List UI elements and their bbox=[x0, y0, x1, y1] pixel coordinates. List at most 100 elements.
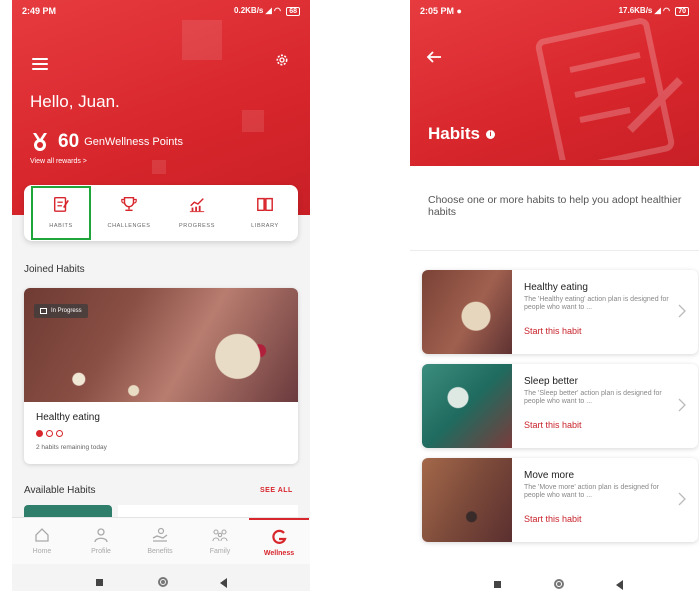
medal-icon bbox=[33, 133, 47, 151]
battery-icon: 70 bbox=[675, 7, 689, 16]
available-habits-list bbox=[24, 505, 298, 517]
habit-card-healthy-eating[interactable]: Healthy eating The 'Healthy eating' acti… bbox=[422, 270, 698, 354]
home-button-icon[interactable] bbox=[158, 577, 168, 587]
system-nav-bar bbox=[12, 572, 310, 591]
network-speed: 17.6KB/s bbox=[618, 6, 653, 15]
start-habit-link[interactable]: Start this habit bbox=[524, 514, 582, 524]
nav-challenges-label: CHALLENGES bbox=[107, 223, 151, 229]
status-bar: 2:49 PM 0.2KB/s ◢ ◠ 68 bbox=[12, 0, 310, 22]
wellness-logo-icon bbox=[272, 529, 287, 544]
home-icon bbox=[35, 528, 49, 542]
bottom-nav-benefits-label: Benefits bbox=[147, 548, 173, 555]
points-value: 60 bbox=[58, 131, 80, 152]
person-icon bbox=[94, 528, 108, 543]
network-speed: 0.2KB/s bbox=[234, 6, 264, 15]
family-icon bbox=[212, 529, 228, 542]
status-badge: In Progress bbox=[34, 304, 88, 318]
status-time: 2:05 PM ● bbox=[420, 6, 462, 16]
status-indicators: 0.2KB/s ◢ ◠ 68 bbox=[234, 6, 300, 16]
joined-habit-card[interactable]: In Progress Healthy eating 2 habits rema… bbox=[24, 288, 298, 464]
divider bbox=[410, 250, 699, 251]
nav-progress[interactable]: PROGRESS bbox=[166, 185, 228, 241]
status-time-text: 2:05 PM bbox=[420, 6, 455, 16]
bottom-nav-profile[interactable]: Profile bbox=[71, 518, 131, 565]
available-habit-thumb[interactable] bbox=[118, 505, 298, 517]
habit-name: Sleep better bbox=[524, 376, 578, 387]
nav-habits-label: HABITS bbox=[49, 223, 73, 229]
available-habits-heading: Available Habits bbox=[24, 485, 96, 496]
benefits-icon bbox=[152, 527, 168, 542]
nav-challenges[interactable]: CHALLENGES bbox=[98, 185, 160, 241]
start-habit-link[interactable]: Start this habit bbox=[524, 326, 582, 336]
habits-intro-text: Choose one or more habits to help you ad… bbox=[428, 194, 682, 218]
progress-dots bbox=[36, 430, 66, 437]
status-badge-label: In Progress bbox=[51, 308, 82, 314]
header-decoration bbox=[242, 110, 264, 132]
healthy-eating-thumbnail bbox=[422, 270, 512, 354]
bottom-nav-family[interactable]: Family bbox=[190, 518, 250, 565]
points-label: GenWellness Points bbox=[84, 136, 183, 148]
nav-library-label: LIBRARY bbox=[251, 223, 279, 229]
page-title-text: Habits bbox=[428, 124, 480, 143]
joined-habits-heading: Joined Habits bbox=[24, 264, 85, 275]
trophy-icon bbox=[121, 196, 137, 212]
habit-description: The 'Sleep better' action plan is design… bbox=[524, 390, 662, 405]
battery-icon: 68 bbox=[286, 7, 300, 16]
chevron-right-icon[interactable] bbox=[678, 492, 686, 506]
page-title: Habits i bbox=[428, 124, 495, 144]
bottom-nav-wellness-label: Wellness bbox=[263, 550, 295, 557]
nav-library[interactable]: LIBRARY bbox=[234, 185, 296, 241]
status-indicators: 17.6KB/s ◢ ◠ 70 bbox=[619, 6, 689, 16]
habits-icon bbox=[53, 196, 69, 212]
move-more-thumbnail bbox=[422, 458, 512, 542]
feature-nav-card: HABITS CHALLENGES PROGRESS LIBRARY bbox=[24, 185, 298, 241]
habit-description: The 'Healthy eating' action plan is desi… bbox=[524, 296, 669, 311]
chart-icon bbox=[189, 198, 205, 213]
habit-card-move-more[interactable]: Move more The 'Move more' action plan is… bbox=[422, 458, 698, 542]
bottom-nav-home[interactable]: Home bbox=[12, 518, 72, 565]
view-rewards-link[interactable]: View all rewards > bbox=[30, 158, 87, 165]
joined-habit-title: Healthy eating bbox=[36, 412, 100, 423]
system-nav-bar bbox=[410, 574, 699, 591]
nav-habits[interactable]: HABITS bbox=[30, 185, 92, 241]
bottom-nav: Home Profile Benefits Family Wellness bbox=[12, 517, 310, 564]
start-habit-link[interactable]: Start this habit bbox=[524, 420, 582, 430]
header-decoration bbox=[182, 20, 222, 60]
bottom-nav-wellness[interactable]: Wellness bbox=[249, 518, 309, 565]
home-header: 2:49 PM 0.2KB/s ◢ ◠ 68 Hello, Juan. 60 G… bbox=[12, 0, 310, 215]
back-nav-icon[interactable] bbox=[616, 580, 623, 590]
habit-description: The 'Move more' action plan is designed … bbox=[524, 484, 659, 499]
habit-card-sleep-better[interactable]: Sleep better The 'Sleep better' action p… bbox=[422, 364, 698, 448]
progress-dot bbox=[56, 430, 63, 437]
info-icon[interactable]: i bbox=[485, 129, 495, 139]
sleep-better-thumbnail bbox=[422, 364, 512, 448]
status-time: 2:49 PM bbox=[22, 6, 57, 16]
see-all-link[interactable]: SEE ALL bbox=[260, 487, 293, 494]
bottom-nav-benefits[interactable]: Benefits bbox=[130, 518, 190, 565]
status-bar: 2:05 PM ● 17.6KB/s ◢ ◠ 70 bbox=[410, 0, 699, 22]
bottom-nav-family-label: Family bbox=[209, 548, 231, 555]
nav-progress-label: PROGRESS bbox=[179, 223, 215, 229]
book-icon bbox=[257, 197, 273, 212]
bottom-nav-profile-label: Profile bbox=[91, 548, 111, 555]
points-summary: 60 GenWellness Points bbox=[30, 130, 183, 154]
settings-gear-icon[interactable] bbox=[274, 52, 290, 68]
chevron-right-icon[interactable] bbox=[678, 304, 686, 318]
back-nav-icon[interactable] bbox=[220, 578, 227, 588]
back-arrow-icon[interactable] bbox=[426, 50, 442, 64]
joined-habit-subtitle: 2 habits remaining today bbox=[36, 444, 107, 451]
greeting: Hello, Juan. bbox=[30, 92, 120, 111]
habit-name: Move more bbox=[524, 470, 575, 481]
habit-name: Healthy eating bbox=[524, 282, 588, 293]
progress-dot bbox=[36, 430, 43, 437]
menu-icon[interactable] bbox=[32, 58, 48, 70]
home-button-icon[interactable] bbox=[554, 579, 564, 589]
recents-icon[interactable] bbox=[96, 579, 103, 586]
chevron-right-icon[interactable] bbox=[678, 398, 686, 412]
clipboard-decoration-icon bbox=[535, 18, 683, 160]
right-phone-screen: 2:05 PM ● 17.6KB/s ◢ ◠ 70 Habits i Choos… bbox=[410, 0, 699, 591]
recents-icon[interactable] bbox=[494, 581, 501, 588]
calendar-icon bbox=[40, 308, 47, 314]
header-decoration bbox=[152, 160, 166, 174]
available-habit-thumb[interactable] bbox=[24, 505, 112, 517]
